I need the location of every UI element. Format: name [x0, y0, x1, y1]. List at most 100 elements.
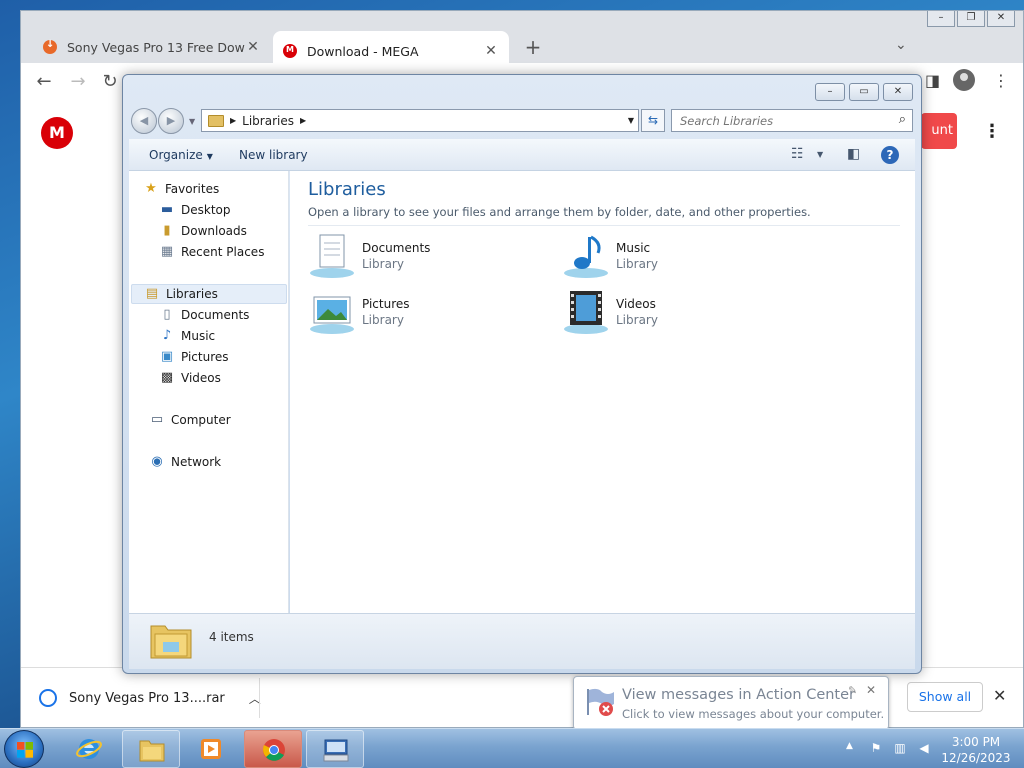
change-view-icon[interactable]: ☷: [791, 146, 804, 162]
refresh-button[interactable]: ⇆: [641, 109, 665, 132]
back-arrow-icon[interactable]: ←: [33, 71, 55, 92]
breadcrumb-arrow-icon[interactable]: ▶: [230, 116, 236, 125]
nav-label: Music: [181, 329, 216, 343]
volume-tray-icon[interactable]: ◀: [916, 741, 932, 757]
nav-label: Libraries: [166, 287, 218, 301]
nav-recent-places[interactable]: ▦ Recent Places: [159, 242, 265, 262]
minimize-icon[interactable]: –: [927, 11, 955, 27]
new-library-button[interactable]: New library: [239, 148, 308, 162]
taskbar-media-player[interactable]: [182, 730, 240, 768]
breadcrumb-libraries[interactable]: Libraries: [242, 114, 294, 128]
tab-label: Sony Vegas Pro 13 Free Downloa: [67, 39, 245, 55]
taskbar-internet-explorer[interactable]: [60, 730, 118, 768]
nav-desktop[interactable]: ▬ Desktop: [159, 200, 231, 220]
minimize-icon[interactable]: –: [815, 83, 845, 101]
library-documents[interactable]: Documents Library: [308, 233, 528, 281]
system-clock[interactable]: 3:00 PM 12/26/2023: [940, 734, 1012, 766]
tab-search-chevron-icon[interactable]: ⌄: [895, 37, 907, 53]
nav-pictures[interactable]: ▣ Pictures: [159, 347, 229, 367]
nav-libraries[interactable]: ▤ Libraries: [131, 284, 287, 304]
start-button[interactable]: [4, 730, 44, 768]
breadcrumb-arrow-icon[interactable]: ▶: [300, 116, 306, 125]
library-videos[interactable]: Videos Library: [562, 289, 782, 337]
help-icon[interactable]: ?: [881, 146, 899, 164]
taskbar-on-screen-keyboard[interactable]: [306, 730, 364, 768]
nav-music[interactable]: ♪ Music: [159, 326, 215, 346]
nav-label: Pictures: [181, 350, 229, 364]
download-item[interactable]: Sony Vegas Pro 13....rar ︿: [39, 684, 261, 712]
taskbar: ▲ ⚑ ▥ ◀ 3:00 PM 12/26/2023: [0, 728, 1024, 768]
pin-icon[interactable]: ✎: [848, 684, 857, 697]
tab-label: Download - MEGA: [307, 43, 419, 59]
download-file-name: Sony Vegas Pro 13....rar: [69, 690, 225, 706]
nav-videos[interactable]: ▩ Videos: [159, 368, 221, 388]
chrome-menu-icon[interactable]: ⋮: [993, 71, 1009, 90]
page-subtitle: Open a library to see your files and arr…: [308, 205, 811, 219]
star-icon: ★: [145, 181, 157, 196]
nav-documents[interactable]: ▯ Documents: [159, 305, 249, 325]
close-icon[interactable]: ✕: [866, 683, 876, 697]
mega-logo[interactable]: M: [41, 117, 73, 149]
close-icon[interactable]: ✕: [883, 83, 913, 101]
taskbar-chrome[interactable]: [244, 730, 302, 768]
search-icon[interactable]: ⌕: [899, 112, 906, 127]
close-icon[interactable]: ✕: [987, 11, 1015, 27]
tab-close-icon[interactable]: ✕: [483, 43, 499, 59]
side-panel-icon[interactable]: ◨: [925, 71, 940, 90]
forward-arrow-icon[interactable]: →: [67, 71, 89, 92]
show-hidden-icons-icon[interactable]: ▲: [846, 741, 853, 751]
search-input[interactable]: [680, 113, 880, 128]
reload-icon[interactable]: ↻: [99, 71, 121, 92]
library-pictures[interactable]: Pictures Library: [308, 289, 528, 337]
documents-library-icon: [310, 234, 354, 278]
nav-label: Favorites: [165, 182, 220, 196]
back-orb-icon[interactable]: ◀: [131, 108, 157, 134]
nav-computer[interactable]: ▭ Computer: [149, 410, 231, 430]
pictures-library-icon: [310, 296, 354, 334]
close-download-bar-icon[interactable]: ✕: [993, 686, 1006, 705]
mega-favicon-icon: [283, 44, 297, 58]
address-bar[interactable]: ▶ Libraries ▶ ▼: [201, 109, 639, 132]
library-name: Pictures: [362, 297, 410, 311]
library-type: Library: [362, 257, 404, 271]
documents-icon: ▯: [163, 307, 171, 322]
organize-button[interactable]: Organize ▼: [149, 148, 213, 162]
taskbar-windows-explorer[interactable]: [122, 730, 180, 768]
show-all-button[interactable]: Show all: [907, 682, 983, 712]
mega-menu-icon[interactable]: ⋮: [983, 121, 1001, 142]
library-type: Library: [616, 313, 658, 327]
nav-downloads[interactable]: ▮ Downloads: [159, 221, 247, 241]
divider: [308, 225, 900, 226]
profile-avatar-icon[interactable]: [953, 69, 975, 91]
view-options-chevron-icon[interactable]: ▼: [817, 150, 823, 159]
tab-sony-vegas[interactable]: Sony Vegas Pro 13 Free Downloa ✕: [33, 31, 271, 63]
nav-label: Documents: [181, 308, 250, 322]
maximize-icon[interactable]: ▭: [849, 83, 879, 101]
chrome-icon: [263, 739, 285, 761]
nav-label: Downloads: [181, 224, 247, 238]
nav-label: Desktop: [181, 203, 231, 217]
new-tab-button[interactable]: +: [521, 35, 545, 59]
recent-pages-chevron-icon[interactable]: ▼: [189, 117, 195, 126]
libraries-icon: ▤: [145, 286, 159, 301]
create-account-button[interactable]: unt: [921, 113, 957, 149]
action-center-notification[interactable]: View messages in Action Center Click to …: [573, 676, 889, 739]
nav-network[interactable]: ◉ Network: [149, 452, 221, 472]
search-box[interactable]: ⌕: [671, 109, 913, 132]
music-library-icon: [564, 235, 608, 278]
forward-orb-icon[interactable]: ▶: [158, 108, 184, 134]
action-center-tray-icon[interactable]: ⚑: [868, 741, 884, 757]
network-tray-icon[interactable]: ▥: [892, 741, 908, 757]
nav-favorites[interactable]: ★ Favorites: [143, 179, 219, 199]
address-dropdown-icon[interactable]: ▼: [628, 116, 634, 125]
preview-pane-icon[interactable]: ◧: [847, 146, 860, 162]
libraries-folder-icon: [208, 114, 224, 127]
library-music[interactable]: Music Library: [562, 233, 782, 281]
explorer-window: – ▭ ✕ ◀ ▶ ▼ ▶ Libraries ▶ ▼ ⇆ ⌕ Organize…: [122, 74, 922, 674]
recent-places-icon: ▦: [160, 244, 174, 259]
clock-time: 3:00 PM: [951, 735, 1001, 749]
item-count: 4 items: [209, 630, 254, 644]
tab-close-icon[interactable]: ✕: [245, 39, 261, 55]
internet-explorer-icon: [76, 739, 102, 759]
restore-icon[interactable]: ❐: [957, 11, 985, 27]
